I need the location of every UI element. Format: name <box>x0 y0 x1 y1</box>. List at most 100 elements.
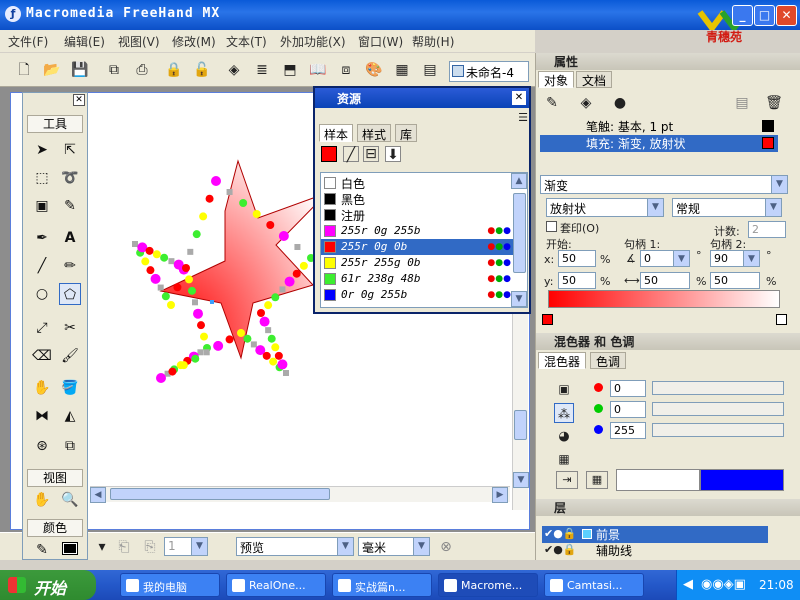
rgb-mode-icon[interactable]: ⁂ <box>554 403 574 423</box>
layer-color-chip[interactable] <box>582 529 592 539</box>
gradient-ramp[interactable] <box>548 290 780 308</box>
close-icon[interactable]: ✕ <box>512 91 526 105</box>
layers-icon[interactable]: ≣ <box>252 60 272 80</box>
fill-color-swatch[interactable] <box>59 539 81 561</box>
fill-swatch-icon[interactable] <box>321 146 337 162</box>
menu-modify[interactable]: 修改(M) <box>172 33 216 50</box>
handle1-angle-select[interactable]: 0 ▼ <box>640 250 690 267</box>
polygon-tool-icon[interactable]: ⬠ <box>59 283 81 305</box>
tab-object[interactable]: 对象 <box>538 71 575 88</box>
connector-tool-icon[interactable]: ⧓ <box>31 405 53 427</box>
next-page-icon[interactable]: ⎘ <box>140 537 160 557</box>
paint-bucket-icon[interactable]: 🪣 <box>59 377 81 399</box>
maximize-button[interactable]: □ <box>754 5 775 26</box>
align-icon[interactable]: ◈ <box>224 60 244 80</box>
pencil-tool-icon[interactable]: ✏ <box>59 255 81 277</box>
layer-row-foreground[interactable]: ✔●🔒 前景 <box>542 526 768 543</box>
menu-help[interactable]: 帮助(H) <box>412 33 454 50</box>
swatch-row[interactable]: 白色 <box>321 175 513 191</box>
swatch-scroll-thumb[interactable] <box>513 193 526 273</box>
task-my-computer[interactable]: 我的电脑 <box>120 573 220 597</box>
tools-panel-header[interactable]: ✕ <box>23 93 87 107</box>
count-field[interactable]: 2 <box>748 221 786 238</box>
swatch-row[interactable]: 61r 238g 48b ●●● <box>321 271 513 287</box>
close-icon[interactable]: ✕ <box>73 94 85 106</box>
tray-app-icons[interactable]: ◉◉◈▣ <box>701 577 746 592</box>
menu-xtras[interactable]: 外加功能(X) <box>280 33 346 50</box>
line-tool-icon[interactable]: ╱ <box>31 255 53 277</box>
both-swatch-icon[interactable]: ⊟ <box>363 146 379 162</box>
transform-icon[interactable]: ⬒ <box>280 60 300 80</box>
tab-swatches[interactable]: 样本 <box>319 124 354 142</box>
knife-tool-icon[interactable]: ✂ <box>59 317 81 339</box>
tab-tints[interactable]: 色调 <box>590 352 627 369</box>
menu-edit[interactable]: 编辑(E) <box>64 33 105 50</box>
import-icon[interactable]: ⧉ <box>104 60 124 80</box>
page-tool-icon[interactable]: ⬚ <box>31 167 53 189</box>
handle1-length-field[interactable]: 50 <box>640 272 690 289</box>
fill-attribute-row[interactable]: 填充: 渐变, 放射状 <box>540 135 778 152</box>
symbols-icon[interactable]: ⧈ <box>336 60 356 80</box>
stroke-attribute-row[interactable]: 笔触: 基本, 1 pt <box>540 118 778 135</box>
trace-tool-icon[interactable]: ▣ <box>31 195 53 217</box>
swatch-row[interactable]: 255r 0g 255b ●●● <box>321 223 513 239</box>
pen-tool-icon[interactable]: ✒ <box>31 227 53 249</box>
unlock-icon[interactable]: 🔓 <box>192 60 212 80</box>
tab-document[interactable]: 文档 <box>576 71 613 88</box>
page-dropdown-icon[interactable]: ▾ <box>92 537 112 557</box>
eyedropper-tool-icon[interactable]: ✎ <box>59 195 81 217</box>
subselect-tool-icon[interactable]: ⇱ <box>59 139 81 161</box>
stroke-color-icon[interactable]: ✎ <box>31 539 53 561</box>
tab-library[interactable]: 库 <box>395 124 418 142</box>
handle2-length-field[interactable]: 50 <box>710 272 760 289</box>
task-realone[interactable]: RealOne... <box>226 573 326 597</box>
document-name-field[interactable]: 未命名-4 <box>449 61 529 82</box>
swatches-icon[interactable]: ▤ <box>420 60 440 80</box>
tab-mixer[interactable]: 混色器 <box>538 352 587 369</box>
hand-tool-icon[interactable]: ✋ <box>31 489 53 511</box>
layers-panel-title[interactable]: 层 <box>536 499 800 516</box>
task-camtasia[interactable]: Camtasi... <box>544 573 644 597</box>
chart-tool-icon[interactable]: ⧉ <box>59 435 81 457</box>
brush-tool-icon[interactable]: 🖌 <box>59 345 81 367</box>
text-tool-icon[interactable]: A <box>59 227 81 249</box>
properties-panel-title[interactable]: 属性 <box>536 53 800 70</box>
scale-tool-icon[interactable]: ⤢ <box>31 317 53 339</box>
overprint-checkbox[interactable] <box>546 221 557 232</box>
blue-value-field[interactable]: 255 <box>610 422 646 439</box>
delete-attr-icon[interactable]: 🗑 <box>764 93 784 113</box>
handle2-angle-select[interactable]: 90 ▼ <box>710 250 760 267</box>
layer-visible-check-icon[interactable]: ✔●🔒 <box>544 543 577 556</box>
grid-icon[interactable]: ▦ <box>392 60 412 80</box>
new-document-icon[interactable]: 🗋 <box>14 60 34 80</box>
tab-styles[interactable]: 样式 <box>357 124 392 142</box>
freehand-app-icon[interactable]: ƒ <box>5 6 21 22</box>
add-to-grid-icon[interactable]: ▦ <box>586 471 608 489</box>
assets-panel-title[interactable]: 资源 <box>315 88 529 108</box>
red-value-field[interactable]: 0 <box>610 380 646 397</box>
task-tutorial[interactable]: 实战篇n... <box>332 573 432 597</box>
green-slider[interactable] <box>652 402 784 416</box>
mirror-tool-icon[interactable]: ◭ <box>59 405 81 427</box>
start-button[interactable]: 开始 <box>0 570 96 600</box>
perspective-tool-icon[interactable]: ⊛ <box>31 435 53 457</box>
y-field[interactable]: 50 <box>558 272 596 289</box>
ellipse-tool-icon[interactable]: ○ <box>31 283 53 305</box>
library-icon[interactable]: 📖 <box>308 60 328 80</box>
layer-visible-check-icon[interactable]: ✔●🔒 <box>544 527 577 540</box>
preview-mode-select[interactable]: 预览 ▼ <box>236 537 354 556</box>
stroke-swatch-icon[interactable]: ╱ <box>343 146 359 163</box>
eraser-tool-icon[interactable]: ⌫ <box>31 345 53 367</box>
green-value-field[interactable]: 0 <box>610 401 646 418</box>
gradient-type-select[interactable]: 放射状 ▼ <box>546 198 664 217</box>
scroll-left-icon[interactable]: ◀ <box>90 487 106 503</box>
gradient-start-stop[interactable] <box>542 314 553 325</box>
menu-view[interactable]: 视图(V) <box>118 33 160 50</box>
add-fill-icon[interactable]: ◈ <box>576 93 596 113</box>
menu-file[interactable]: 文件(F) <box>8 33 48 50</box>
blend-mode-select[interactable]: 常规 ▼ <box>672 198 782 217</box>
stop-render-icon[interactable]: ⊗ <box>436 537 456 557</box>
layer-row-guides[interactable]: ✔●🔒 辅助线 <box>542 542 768 559</box>
close-button[interactable]: ✕ <box>776 5 797 26</box>
menu-window[interactable]: 窗口(W) <box>358 33 403 50</box>
